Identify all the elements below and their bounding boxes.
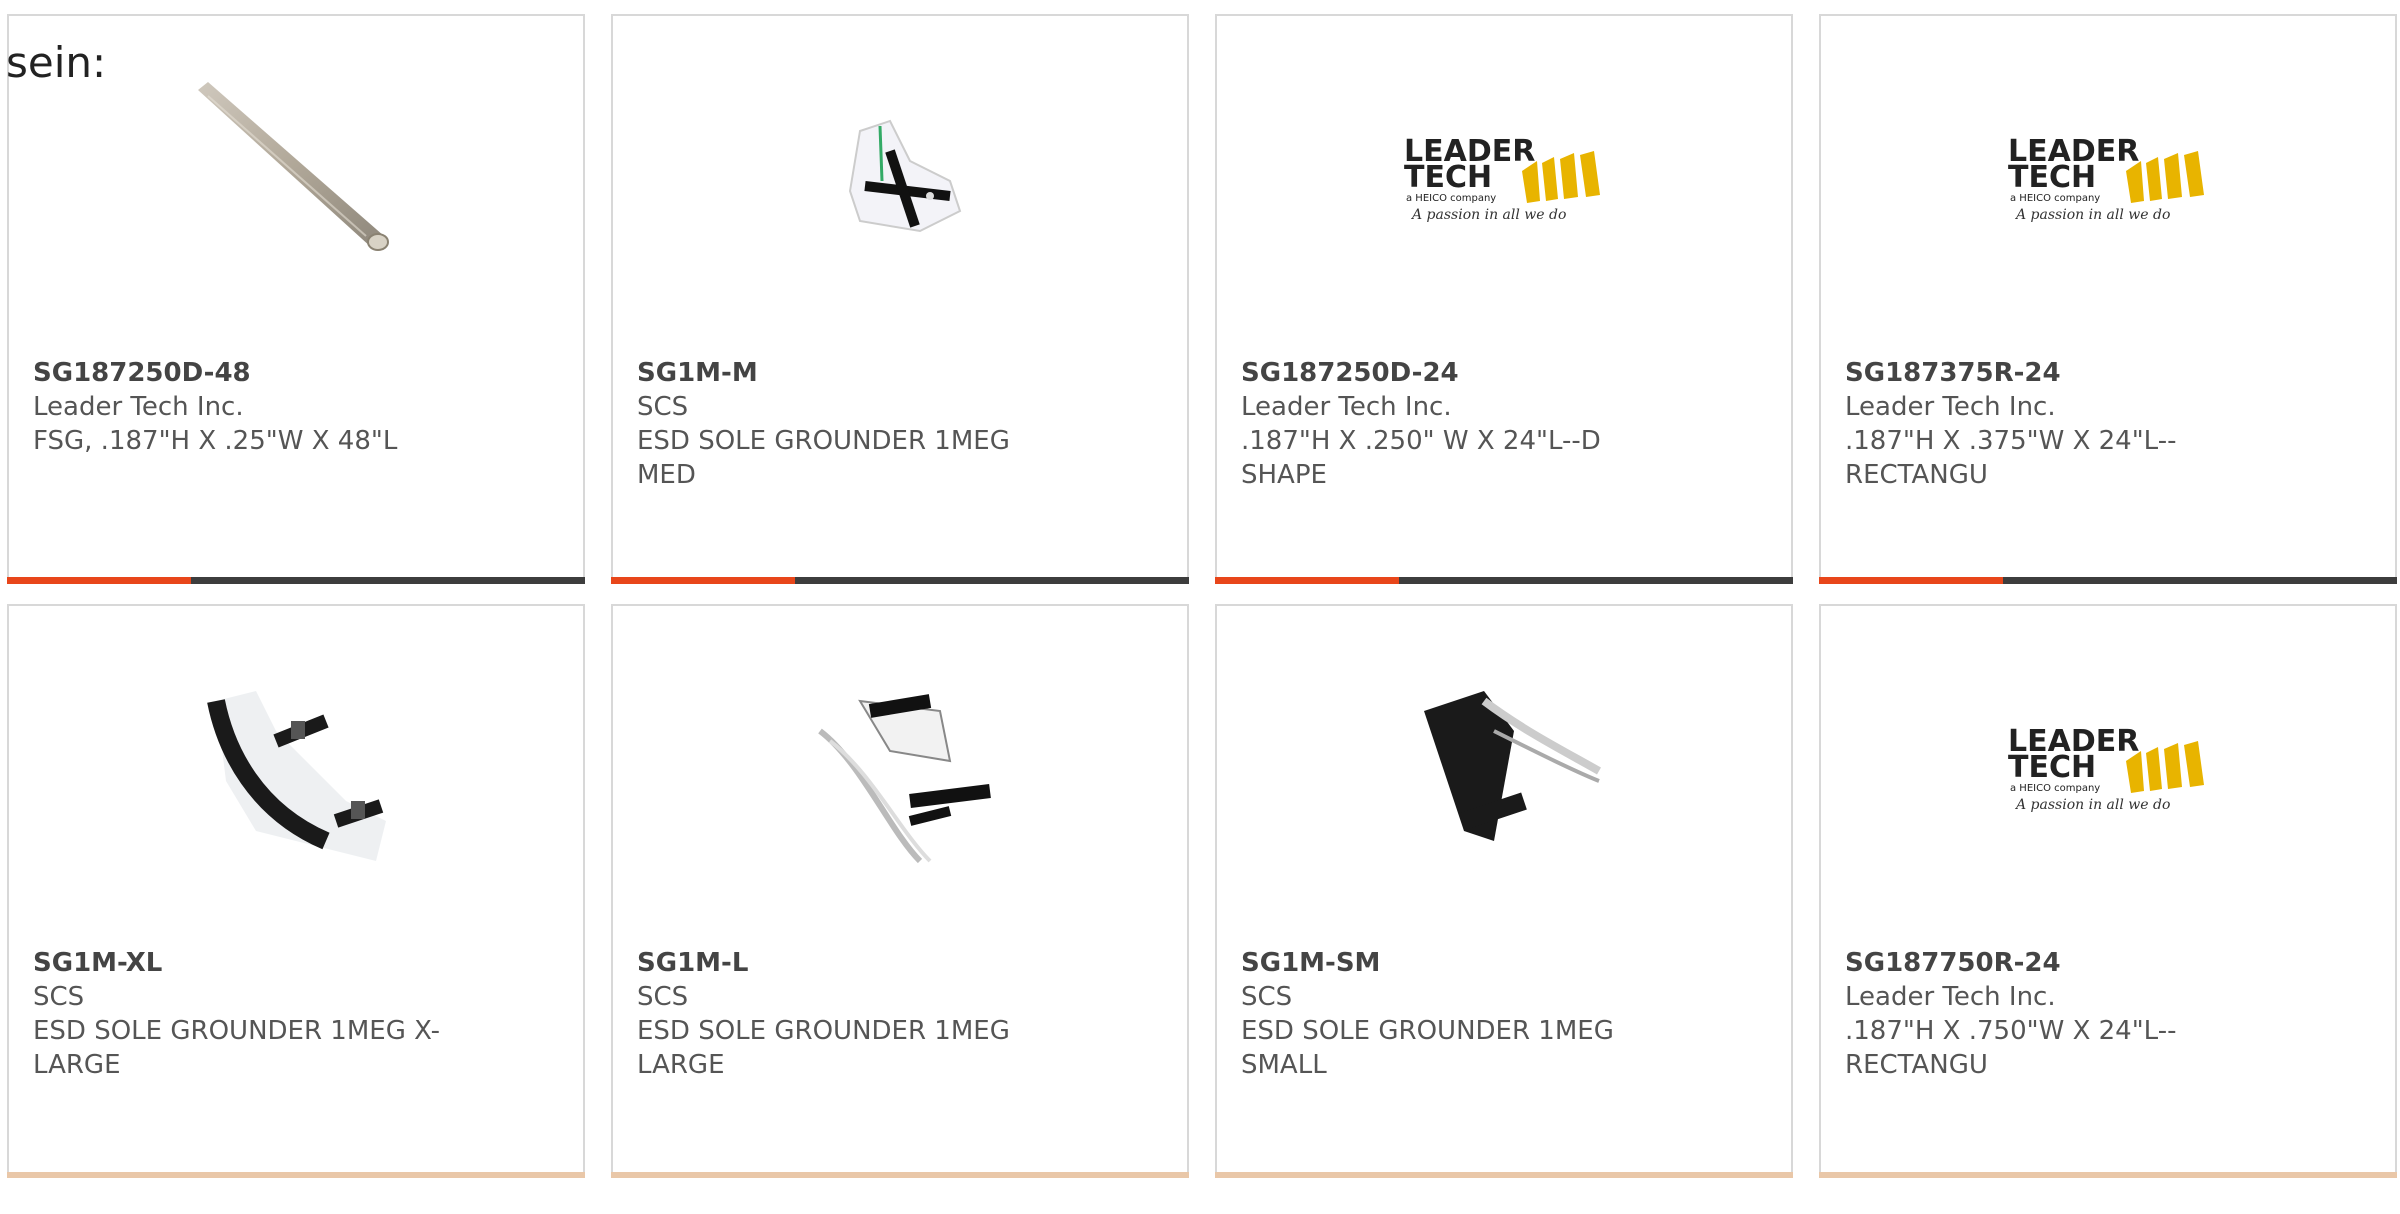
- card-bar: [1215, 577, 1793, 584]
- svg-text:A passion in all we do: A passion in all we do: [2014, 207, 2170, 223]
- product-grid: SG187250D-48 Leader Tech Inc. FSG, .187"…: [7, 14, 2400, 1214]
- product-card[interactable]: LEADER TECH a HEICO company A passion in…: [1819, 604, 2397, 1178]
- svg-text:A passion in all we do: A passion in all we do: [1410, 207, 1566, 223]
- description: .187"H X .750"W X 24"L--RECTANGU: [1845, 1016, 2177, 1080]
- description: ESD SOLE GROUNDER 1MEG X-LARGE: [33, 1016, 441, 1080]
- description: ESD SOLE GROUNDER 1MEG MED: [637, 426, 1010, 490]
- svg-text:a HEICO company: a HEICO company: [2010, 193, 2100, 204]
- description: ESD SOLE GROUNDER 1MEG SMALL: [1241, 1016, 1614, 1080]
- svg-text:TECH: TECH: [2008, 750, 2096, 785]
- product-card[interactable]: SG1M-XL SCS ESD SOLE GROUNDER 1MEG X-LAR…: [7, 604, 585, 1178]
- part-number[interactable]: SG187750R-24: [1845, 946, 2265, 980]
- manufacturer: Leader Tech Inc.: [33, 392, 244, 422]
- part-number[interactable]: SG187250D-24: [1241, 356, 1661, 390]
- svg-text:a HEICO company: a HEICO company: [2010, 783, 2100, 794]
- svg-text:TECH: TECH: [2008, 160, 2096, 195]
- sole-grounder-black-image: [1217, 666, 1791, 876]
- manufacturer: SCS: [33, 982, 85, 1012]
- manufacturer: SCS: [637, 392, 689, 422]
- card-bar: [1819, 577, 2397, 584]
- manufacturer: SCS: [1241, 982, 1293, 1012]
- leader-tech-logo: LEADER TECH a HEICO company A passion in…: [1821, 76, 2395, 286]
- part-number[interactable]: SG187375R-24: [1845, 356, 2265, 390]
- product-card[interactable]: SG1M-L SCS ESD SOLE GROUNDER 1MEG LARGE: [611, 604, 1189, 1178]
- manufacturer: Leader Tech Inc.: [1241, 392, 1452, 422]
- part-number[interactable]: SG1M-XL: [33, 946, 453, 980]
- description: .187"H X .250" W X 24"L--D SHAPE: [1241, 426, 1601, 490]
- sole-grounder-strap-image: [613, 666, 1187, 876]
- product-card[interactable]: SG1M-SM SCS ESD SOLE GROUNDER 1MEG SMALL: [1215, 604, 1793, 1178]
- manufacturer: Leader Tech Inc.: [1845, 392, 2056, 422]
- card-bar: [7, 577, 585, 584]
- svg-text:A passion in all we do: A passion in all we do: [2014, 797, 2170, 813]
- intro-text: sein:: [6, 38, 107, 87]
- sole-grounder-image: [9, 666, 583, 876]
- sole-grounder-on-foot-image: [613, 76, 1187, 286]
- part-number[interactable]: SG187250D-48: [33, 356, 453, 390]
- part-number[interactable]: SG1M-SM: [1241, 946, 1661, 980]
- leader-tech-logo: LEADER TECH a HEICO company A passion in…: [1217, 76, 1791, 286]
- svg-text:TECH: TECH: [1404, 160, 1492, 195]
- leader-tech-logo: LEADER TECH a HEICO company A passion in…: [1821, 666, 2395, 876]
- description: FSG, .187"H X .25"W X 48"L: [33, 426, 398, 456]
- svg-text:a HEICO company: a HEICO company: [1406, 193, 1496, 204]
- manufacturer: Leader Tech Inc.: [1845, 982, 2056, 1012]
- product-card[interactable]: SG187250D-48 Leader Tech Inc. FSG, .187"…: [7, 14, 585, 584]
- gasket-rod-image: [9, 76, 583, 286]
- product-card[interactable]: LEADER TECH a HEICO company A passion in…: [1819, 14, 2397, 584]
- part-number[interactable]: SG1M-L: [637, 946, 1057, 980]
- description: ESD SOLE GROUNDER 1MEG LARGE: [637, 1016, 1010, 1080]
- product-card[interactable]: SG1M-M SCS ESD SOLE GROUNDER 1MEG MED: [611, 14, 1189, 584]
- manufacturer: SCS: [637, 982, 689, 1012]
- description: .187"H X .375"W X 24"L--RECTANGU: [1845, 426, 2177, 490]
- product-card[interactable]: LEADER TECH a HEICO company A passion in…: [1215, 14, 1793, 584]
- part-number[interactable]: SG1M-M: [637, 356, 1057, 390]
- card-bar: [611, 577, 1189, 584]
